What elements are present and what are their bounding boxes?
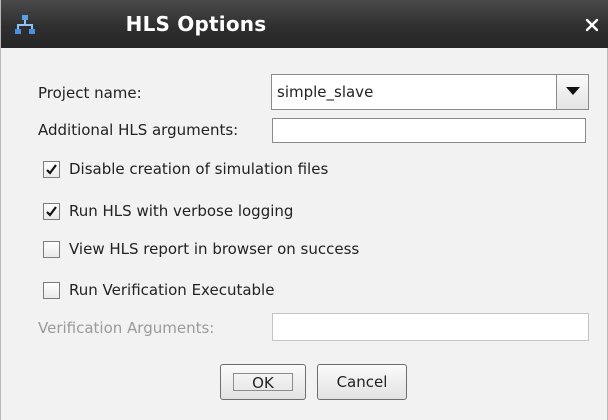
title-bar[interactable]: HLS Options (1, 0, 608, 48)
ok-button-label: OK (233, 373, 293, 392)
dropdown-arrow-button[interactable] (556, 75, 588, 109)
view-report-label[interactable]: View HLS report in browser on success (69, 240, 359, 258)
cancel-button-label: Cancel (336, 373, 388, 391)
dialog-title: HLS Options (125, 12, 267, 36)
additional-args-label: Additional HLS arguments: (38, 121, 239, 139)
cancel-button[interactable]: Cancel (317, 364, 407, 400)
close-icon[interactable] (583, 16, 601, 34)
additional-args-field[interactable] (272, 118, 586, 143)
ok-button[interactable]: OK (220, 364, 306, 400)
run-verification-checkbox[interactable] (43, 282, 60, 299)
project-name-value: simple_slave (277, 83, 374, 101)
project-name-label: Project name: (38, 84, 142, 102)
disable-sim-files-checkbox[interactable] (43, 161, 60, 178)
run-verification-label[interactable]: Run Verification Executable (69, 281, 274, 299)
verification-args-input (273, 314, 588, 340)
project-name-dropdown[interactable]: simple_slave (271, 74, 589, 110)
additional-args-input[interactable] (273, 119, 585, 142)
verbose-logging-label[interactable]: Run HLS with verbose logging (69, 202, 293, 220)
view-report-checkbox[interactable] (43, 241, 60, 258)
verification-args-field (272, 313, 589, 341)
verbose-logging-checkbox[interactable] (43, 203, 60, 220)
hls-options-dialog: HLS Options Project name: simple_slave A… (0, 0, 608, 420)
verification-args-label: Verification Arguments: (38, 319, 215, 337)
chevron-down-icon (566, 87, 580, 95)
disable-sim-files-label[interactable]: Disable creation of simulation files (69, 160, 328, 178)
